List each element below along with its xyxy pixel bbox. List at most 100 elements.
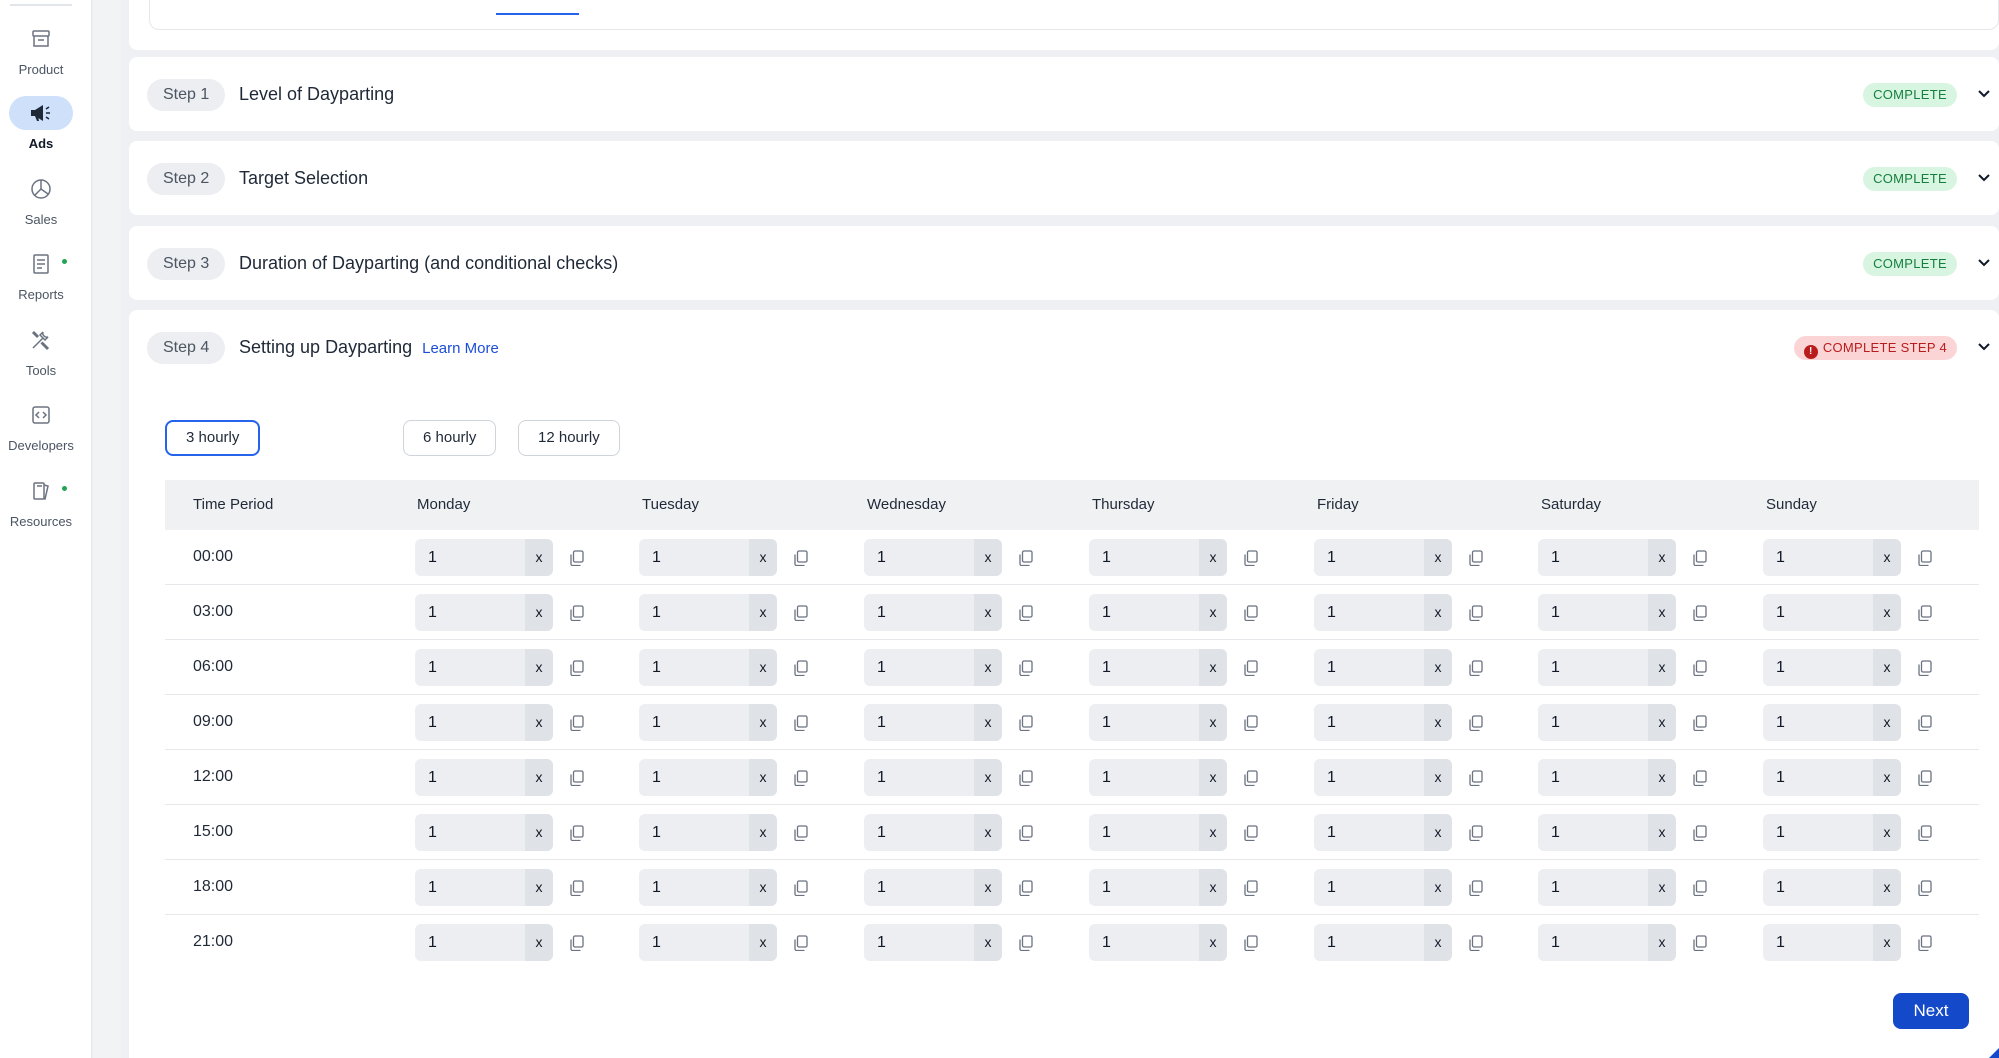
clear-button[interactable]: x <box>1424 814 1452 851</box>
clear-button[interactable]: x <box>974 869 1002 906</box>
clear-button[interactable]: x <box>749 539 777 576</box>
bid-multiplier-input[interactable] <box>1538 924 1648 961</box>
copy-icon[interactable] <box>1243 550 1258 566</box>
bid-multiplier-input[interactable] <box>1089 539 1199 576</box>
clear-button[interactable]: x <box>974 759 1002 796</box>
clear-button[interactable]: x <box>1873 814 1901 851</box>
frequency-6-hourly-button[interactable]: 6 hourly <box>403 420 497 456</box>
clear-button[interactable]: x <box>1873 539 1901 576</box>
copy-icon[interactable] <box>1917 715 1932 731</box>
copy-icon[interactable] <box>1468 715 1483 731</box>
copy-icon[interactable] <box>569 770 584 786</box>
clear-button[interactable]: x <box>1199 759 1227 796</box>
bid-multiplier-input[interactable] <box>1089 924 1199 961</box>
copy-icon[interactable] <box>1692 605 1707 621</box>
clear-button[interactable]: x <box>1424 759 1452 796</box>
clear-button[interactable]: x <box>749 924 777 961</box>
clear-button[interactable]: x <box>1648 759 1676 796</box>
clear-button[interactable]: x <box>1873 594 1901 631</box>
bid-multiplier-input[interactable] <box>1538 594 1648 631</box>
copy-icon[interactable] <box>1692 550 1707 566</box>
clear-button[interactable]: x <box>1648 814 1676 851</box>
clear-button[interactable]: x <box>525 814 553 851</box>
copy-icon[interactable] <box>1468 550 1483 566</box>
bid-multiplier-input[interactable] <box>864 539 974 576</box>
copy-icon[interactable] <box>793 715 808 731</box>
bid-multiplier-input[interactable] <box>415 924 525 961</box>
copy-icon[interactable] <box>1692 770 1707 786</box>
clear-button[interactable]: x <box>974 924 1002 961</box>
copy-icon[interactable] <box>1917 935 1932 951</box>
bid-multiplier-input[interactable] <box>1763 704 1873 741</box>
copy-icon[interactable] <box>569 935 584 951</box>
clear-button[interactable]: x <box>1873 869 1901 906</box>
bid-multiplier-input[interactable] <box>1763 924 1873 961</box>
clear-button[interactable]: x <box>525 594 553 631</box>
copy-icon[interactable] <box>793 660 808 676</box>
copy-icon[interactable] <box>1018 550 1033 566</box>
clear-button[interactable]: x <box>525 649 553 686</box>
sidebar-item-reports[interactable]: Reports <box>0 247 82 302</box>
next-button[interactable]: Next <box>1893 993 1969 1029</box>
bid-multiplier-input[interactable] <box>415 869 525 906</box>
copy-icon[interactable] <box>1018 935 1033 951</box>
chevron-down-icon[interactable] <box>1977 171 1991 185</box>
bid-multiplier-input[interactable] <box>415 539 525 576</box>
clear-button[interactable]: x <box>525 869 553 906</box>
copy-icon[interactable] <box>1243 770 1258 786</box>
bid-multiplier-input[interactable] <box>1538 814 1648 851</box>
learn-more-link[interactable]: Learn More <box>422 340 499 357</box>
clear-button[interactable]: x <box>1199 594 1227 631</box>
clear-button[interactable]: x <box>1199 814 1227 851</box>
bid-multiplier-input[interactable] <box>864 924 974 961</box>
clear-button[interactable]: x <box>974 704 1002 741</box>
clear-button[interactable]: x <box>749 594 777 631</box>
clear-button[interactable]: x <box>1199 649 1227 686</box>
bid-multiplier-input[interactable] <box>864 759 974 796</box>
clear-button[interactable]: x <box>1199 869 1227 906</box>
bid-multiplier-input[interactable] <box>1089 869 1199 906</box>
copy-icon[interactable] <box>1917 825 1932 841</box>
bid-multiplier-input[interactable] <box>864 704 974 741</box>
copy-icon[interactable] <box>569 715 584 731</box>
sidebar-item-ads[interactable]: Ads <box>0 96 82 151</box>
clear-button[interactable]: x <box>1648 649 1676 686</box>
copy-icon[interactable] <box>1018 715 1033 731</box>
clear-button[interactable]: x <box>1648 924 1676 961</box>
clear-button[interactable]: x <box>1424 924 1452 961</box>
clear-button[interactable]: x <box>1873 924 1901 961</box>
bid-multiplier-input[interactable] <box>415 814 525 851</box>
clear-button[interactable]: x <box>974 649 1002 686</box>
bid-multiplier-input[interactable] <box>639 594 749 631</box>
clear-button[interactable]: x <box>1424 649 1452 686</box>
bid-multiplier-input[interactable] <box>1314 814 1424 851</box>
copy-icon[interactable] <box>1243 825 1258 841</box>
copy-icon[interactable] <box>1692 880 1707 896</box>
bid-multiplier-input[interactable] <box>1314 649 1424 686</box>
bid-multiplier-input[interactable] <box>1538 649 1648 686</box>
clear-button[interactable]: x <box>1873 649 1901 686</box>
bid-multiplier-input[interactable] <box>1089 814 1199 851</box>
frequency-3-hourly-button[interactable]: 3 hourly <box>165 420 261 456</box>
copy-icon[interactable] <box>1018 825 1033 841</box>
bid-multiplier-input[interactable] <box>1538 704 1648 741</box>
copy-icon[interactable] <box>1917 550 1932 566</box>
bid-multiplier-input[interactable] <box>1314 759 1424 796</box>
bid-multiplier-input[interactable] <box>1763 539 1873 576</box>
bid-multiplier-input[interactable] <box>1314 704 1424 741</box>
bid-multiplier-input[interactable] <box>639 759 749 796</box>
bid-multiplier-input[interactable] <box>1089 649 1199 686</box>
copy-icon[interactable] <box>793 935 808 951</box>
bid-multiplier-input[interactable] <box>1763 594 1873 631</box>
clear-button[interactable]: x <box>1873 704 1901 741</box>
clear-button[interactable]: x <box>1424 869 1452 906</box>
clear-button[interactable]: x <box>749 704 777 741</box>
bid-multiplier-input[interactable] <box>639 814 749 851</box>
bid-multiplier-input[interactable] <box>1314 869 1424 906</box>
step-1-card[interactable]: Step 1 Level of Dayparting COMPLETE <box>129 57 1999 131</box>
sidebar-item-resources[interactable]: Resources <box>0 474 82 529</box>
bid-multiplier-input[interactable] <box>1763 869 1873 906</box>
clear-button[interactable]: x <box>1648 594 1676 631</box>
clear-button[interactable]: x <box>749 869 777 906</box>
copy-icon[interactable] <box>1917 770 1932 786</box>
